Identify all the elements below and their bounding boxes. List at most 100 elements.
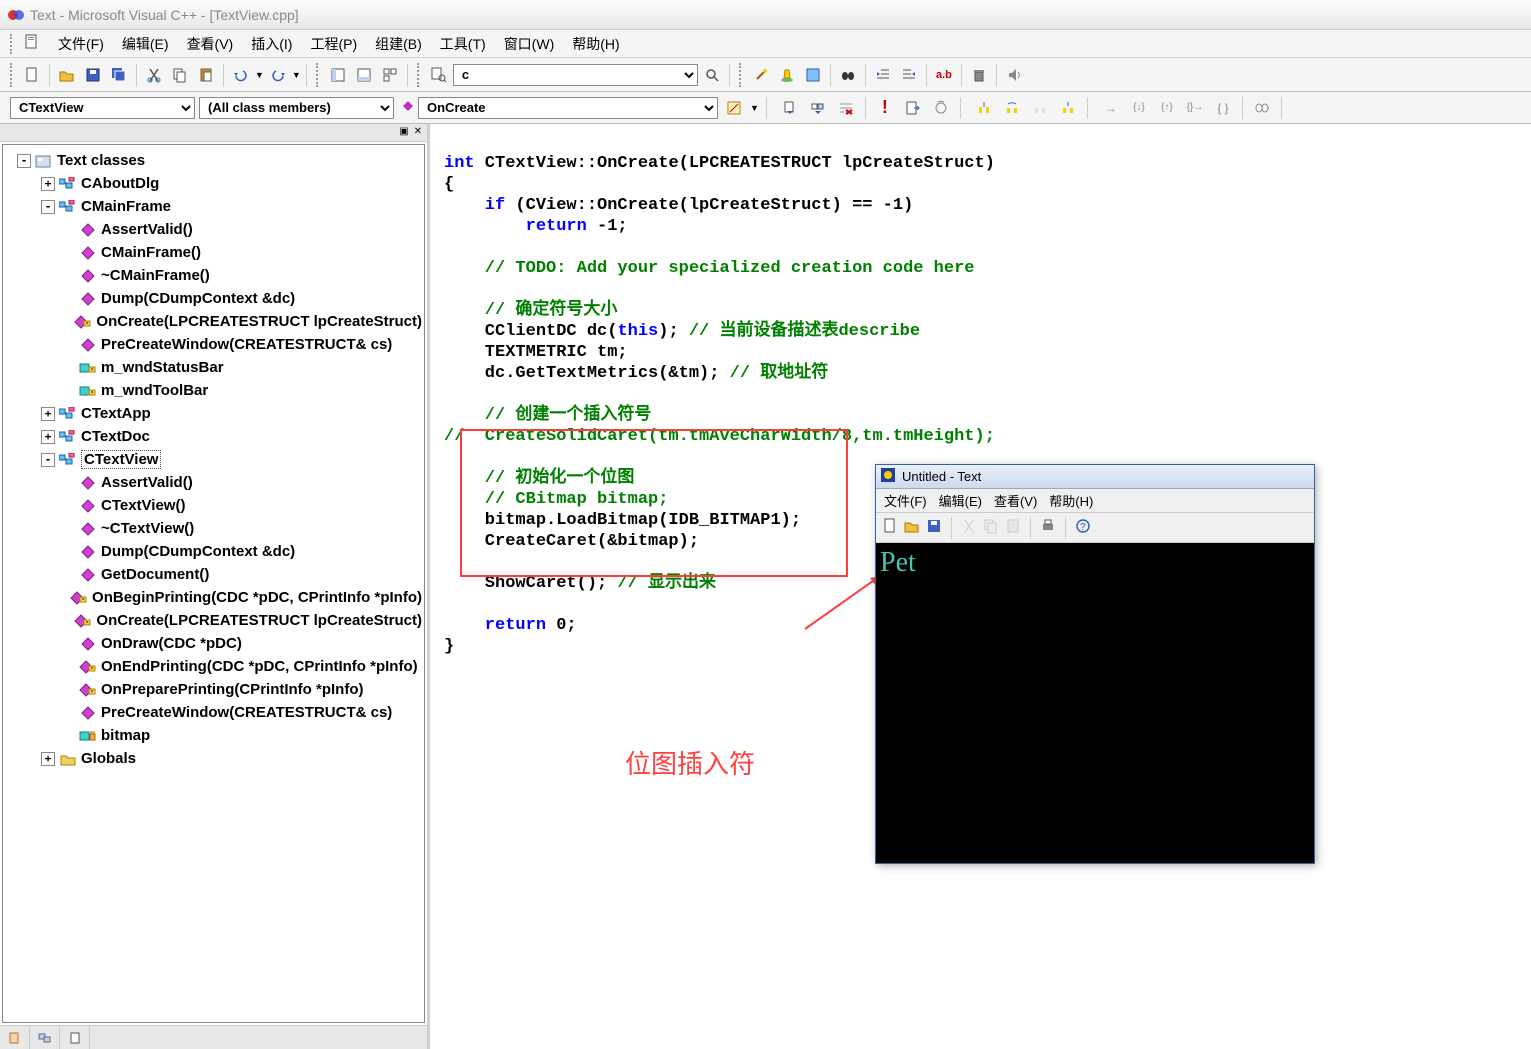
menu-item[interactable]: 编辑(E) (114, 30, 177, 58)
stop-build-button[interactable] (834, 96, 858, 120)
wiz-action-button[interactable] (722, 96, 746, 120)
expand-icon[interactable]: + (41, 430, 55, 444)
undo-dropdown[interactable]: ▼ (255, 70, 264, 80)
expand-icon[interactable]: + (41, 177, 55, 191)
indent-button[interactable] (871, 63, 895, 87)
redo-button[interactable] (266, 63, 290, 87)
child-print-button[interactable] (1040, 518, 1056, 537)
tree-row[interactable]: CMainFrame() (5, 241, 422, 264)
tree-row[interactable]: AssertValid() (5, 218, 422, 241)
tree-row[interactable]: AssertValid() (5, 471, 422, 494)
menu-item[interactable]: 文件(F) (50, 30, 112, 58)
undo-button[interactable] (229, 63, 253, 87)
execute-button[interactable]: ! (873, 96, 897, 120)
find-in-files-button[interactable] (427, 63, 451, 87)
child-help-button[interactable]: ? (1075, 518, 1091, 537)
tree-row[interactable]: +CTextDoc (5, 425, 422, 448)
close-panel-icon[interactable]: ✕ (411, 126, 425, 140)
tab-fileview[interactable] (60, 1026, 90, 1049)
tree-row[interactable]: +Globals (5, 747, 422, 770)
child-save-button[interactable] (926, 518, 942, 537)
tree-row[interactable]: +CAboutDlg (5, 172, 422, 195)
menu-item[interactable]: 插入(I) (243, 30, 300, 58)
tree-row[interactable]: ~CTextView() (5, 517, 422, 540)
tree-row[interactable]: Dump(CDumpContext &dc) (5, 287, 422, 310)
window-list-button[interactable] (378, 63, 402, 87)
child-menu-item[interactable]: 文件(F) (884, 491, 927, 510)
tree-row[interactable]: m_wndStatusBar (5, 356, 422, 379)
wand-button[interactable] (749, 63, 773, 87)
filter-combo[interactable]: (All class members) (199, 97, 394, 119)
child-new-button[interactable] (882, 518, 898, 537)
tb-brace-down[interactable]: {↓} (1127, 96, 1151, 120)
child-app-window[interactable]: Untitled - Text 文件(F)编辑(E)查看(V)帮助(H) ? P… (875, 464, 1315, 864)
menu-item[interactable]: 查看(V) (179, 30, 242, 58)
tree-row[interactable]: CTextView() (5, 494, 422, 517)
workspace-button[interactable] (326, 63, 350, 87)
tb-arrow-right[interactable]: → (1099, 96, 1123, 120)
tree-row[interactable]: OnCreate(LPCREATESTRUCT lpCreateStruct) (5, 310, 422, 333)
save-button[interactable] (81, 63, 105, 87)
highlight-button[interactable] (775, 63, 799, 87)
collapse-icon[interactable]: - (41, 200, 55, 214)
child-menu-item[interactable]: 帮助(H) (1049, 491, 1093, 510)
binoculars-button[interactable] (836, 63, 860, 87)
paste-button[interactable] (194, 63, 218, 87)
cut-button[interactable] (142, 63, 166, 87)
tb-brace-pair[interactable]: { } (1211, 96, 1235, 120)
tree-row[interactable]: -CMainFrame (5, 195, 422, 218)
class-tree[interactable]: -Text classes+CAboutDlg-CMainFrameAssert… (2, 144, 425, 1023)
collapse-icon[interactable]: - (17, 154, 31, 168)
menu-item[interactable]: 工具(T) (432, 30, 494, 58)
tree-row[interactable]: OnPreparePrinting(CPrintInfo *pInfo) (5, 678, 422, 701)
expand-icon[interactable]: + (41, 752, 55, 766)
tree-row[interactable]: GetDocument() (5, 563, 422, 586)
tree-row[interactable]: PreCreateWindow(CREATESTRUCT& cs) (5, 701, 422, 724)
child-open-button[interactable] (904, 518, 920, 537)
wiz-dropdown[interactable]: ▼ (750, 103, 759, 113)
quickwatch-button[interactable] (1250, 96, 1274, 120)
tab-classview[interactable] (0, 1026, 30, 1049)
pin-icon[interactable]: ▣ (397, 126, 411, 140)
code-editor[interactable]: int CTextView::OnCreate(LPCREATESTRUCT l… (430, 124, 1531, 1049)
menu-item[interactable]: 组建(B) (367, 30, 430, 58)
class-combo[interactable]: CTextView (10, 97, 195, 119)
redo-dropdown[interactable]: ▼ (292, 70, 301, 80)
child-paste-button[interactable] (1005, 518, 1021, 537)
menu-item[interactable]: 工程(P) (302, 30, 365, 58)
unindent-button[interactable] (897, 63, 921, 87)
tree-row[interactable]: OnCreate(LPCREATESTRUCT lpCreateStruct) (5, 609, 422, 632)
expand-icon[interactable]: + (41, 407, 55, 421)
child-cut-button[interactable] (961, 518, 977, 537)
app-doc-icon[interactable] (24, 34, 40, 53)
tb-brace-up[interactable]: {↑} (1155, 96, 1179, 120)
replace-button[interactable]: a.b (932, 63, 956, 87)
child-copy-button[interactable] (983, 518, 999, 537)
tree-row[interactable]: ~CMainFrame() (5, 264, 422, 287)
breakpoint-button[interactable] (929, 96, 953, 120)
tree-row[interactable]: Dump(CDumpContext &dc) (5, 540, 422, 563)
tree-row[interactable]: -Text classes (5, 149, 422, 172)
bookmark-button[interactable] (801, 63, 825, 87)
tree-row[interactable]: OnEndPrinting(CDC *pDC, CPrintInfo *pInf… (5, 655, 422, 678)
new-file-button[interactable] (20, 63, 44, 87)
copy-button[interactable] (168, 63, 192, 87)
collapse-icon[interactable]: - (41, 453, 55, 467)
go-button[interactable] (901, 96, 925, 120)
tb-brace-right[interactable]: {}→ (1183, 96, 1207, 120)
menu-item[interactable]: 窗口(W) (496, 30, 563, 58)
member-combo[interactable]: OnCreate (418, 97, 718, 119)
find-button[interactable] (700, 63, 724, 87)
save-all-button[interactable] (107, 63, 131, 87)
run-to-cursor-button[interactable] (1056, 96, 1080, 120)
tree-row[interactable]: OnDraw(CDC *pDC) (5, 632, 422, 655)
child-title-bar[interactable]: Untitled - Text (876, 465, 1314, 489)
tree-row[interactable]: bitmap (5, 724, 422, 747)
tree-row[interactable]: m_wndToolBar (5, 379, 422, 402)
open-button[interactable] (55, 63, 79, 87)
tree-row[interactable]: OnBeginPrinting(CDC *pDC, CPrintInfo *pI… (5, 586, 422, 609)
find-combo[interactable]: c (453, 64, 698, 86)
menu-item[interactable]: 帮助(H) (564, 30, 627, 58)
delete-button[interactable] (967, 63, 991, 87)
sound-button[interactable] (1002, 63, 1026, 87)
